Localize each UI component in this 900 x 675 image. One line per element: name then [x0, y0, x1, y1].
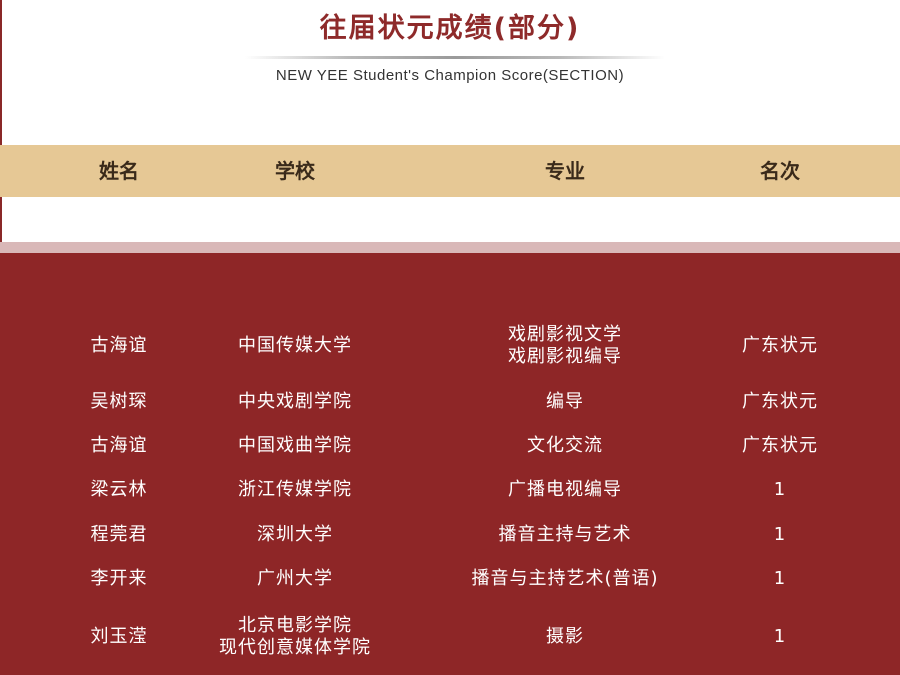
school-name: 中国戏曲学院 [238, 435, 352, 456]
rank-cell: 1 [774, 513, 786, 557]
student-name: 古海谊 [90, 435, 148, 456]
student-name: 刘玉滢 [90, 626, 148, 647]
page-subtitle: NEW YEE Student's Champion Score(SECTION… [275, 67, 625, 84]
school-name: 深圳大学 [257, 524, 333, 545]
title-divider [245, 56, 665, 59]
major-cell: 播音与主持艺术(普语) [471, 557, 658, 601]
major-cell: 播音主持与艺术 [499, 513, 632, 557]
school-cell: 广州大学 [257, 557, 333, 601]
school-name: 现代创意媒体学院 [219, 637, 371, 658]
school-cell: 中国传媒大学 [238, 323, 352, 369]
school-name: 中国传媒大学 [238, 335, 352, 356]
school-name: 北京电影学院 [238, 615, 352, 636]
student-name-cell: 古海谊 [91, 424, 148, 468]
table-row: 吴树琛 中央戏剧学院 编导 广东状元 [0, 380, 900, 424]
column-header-name: 姓名 [99, 159, 139, 183]
rank-value: 1 [773, 626, 787, 647]
major-name: 文化交流 [527, 435, 603, 456]
rank-cell: 1 [774, 557, 786, 601]
major-name: 广播电视编导 [508, 479, 622, 500]
column-header-rank: 名次 [760, 159, 800, 183]
rank-value: 广东状元 [742, 335, 818, 356]
column-header-major: 专业 [545, 159, 585, 183]
school-cell: 北京电影学院 现代创意媒体学院 [219, 613, 371, 661]
rank-cell: 广东状元 [742, 323, 818, 369]
table-row: 梁云林 浙江传媒学院 广播电视编导 1 [0, 468, 900, 512]
school-name: 中央戏剧学院 [238, 391, 352, 412]
school-name: 广州大学 [257, 568, 333, 589]
student-name: 李开来 [90, 568, 148, 589]
student-name: 吴树琛 [90, 391, 148, 412]
school-cell: 浙江传媒学院 [238, 468, 352, 512]
student-name-cell: 古海谊 [91, 323, 148, 369]
school-cell: 中央戏剧学院 [238, 380, 352, 424]
student-name: 程莞君 [90, 524, 148, 545]
divider-strip [0, 242, 900, 253]
major-cell: 戏剧影视文学 戏剧影视编导 [508, 323, 622, 369]
major-cell: 摄影 [546, 613, 584, 661]
page-title: 往届状元成绩(部分) [319, 13, 581, 44]
rank-cell: 广东状元 [742, 424, 818, 468]
student-name-cell: 吴树琛 [91, 380, 148, 424]
student-name-cell: 程莞君 [91, 513, 148, 557]
student-name: 梁云林 [90, 479, 148, 500]
student-name-cell: 刘玉滢 [91, 613, 148, 661]
table-row: 古海谊 中国戏曲学院 文化交流 广东状元 [0, 424, 900, 468]
school-cell: 中国戏曲学院 [238, 424, 352, 468]
rank-value: 广东状元 [742, 435, 818, 456]
table-row: 程莞君 深圳大学 播音主持与艺术 1 [0, 513, 900, 557]
table-row: 李开来 广州大学 播音与主持艺术(普语) 1 [0, 557, 900, 601]
rank-cell: 广东状元 [742, 380, 818, 424]
major-cell: 编导 [546, 380, 584, 424]
rank-value: 1 [773, 524, 787, 545]
rank-value: 1 [773, 568, 787, 589]
school-name: 浙江传媒学院 [238, 479, 352, 500]
student-name: 古海谊 [90, 335, 148, 356]
table-row: 古海谊 中国传媒大学 戏剧影视文学 戏剧影视编导 广东状元 [0, 323, 900, 369]
student-name-cell: 李开来 [91, 557, 148, 601]
major-name: 摄影 [546, 626, 584, 647]
rank-cell: 1 [774, 613, 786, 661]
major-name: 戏剧影视编导 [508, 346, 622, 367]
rank-cell: 1 [774, 468, 786, 512]
major-name: 播音与主持艺术(普语) [471, 568, 659, 589]
rank-value: 广东状元 [742, 391, 818, 412]
table-header: 姓名 学校 专业 名次 [0, 145, 900, 197]
table-row: 刘玉滢 北京电影学院 现代创意媒体学院 摄影 1 [0, 613, 900, 661]
column-header-school: 学校 [275, 159, 315, 183]
rank-value: 1 [773, 479, 787, 500]
major-cell: 文化交流 [527, 424, 603, 468]
major-name: 播音主持与艺术 [498, 524, 632, 545]
major-name: 编导 [546, 391, 584, 412]
student-name-cell: 梁云林 [91, 468, 148, 512]
major-name: 戏剧影视文学 [508, 324, 622, 345]
school-cell: 深圳大学 [257, 513, 333, 557]
major-cell: 广播电视编导 [508, 468, 622, 512]
